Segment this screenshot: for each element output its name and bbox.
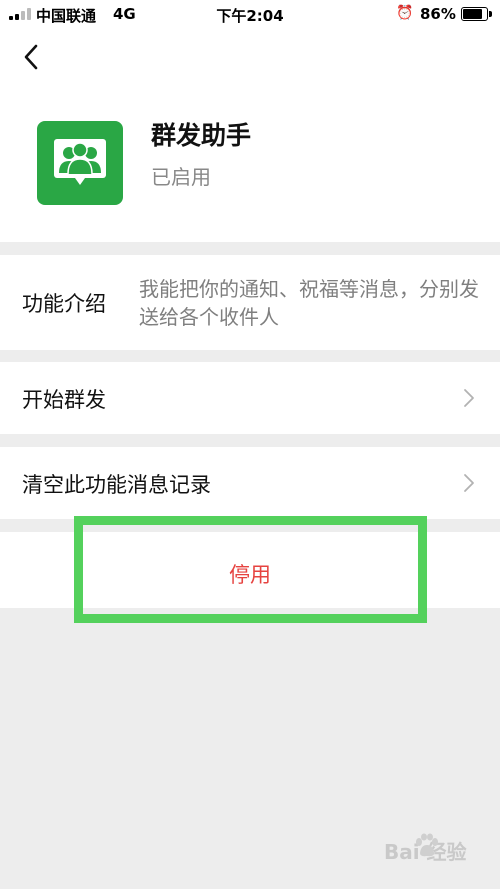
app-header: 群发助手 已启用	[0, 28, 500, 242]
chevron-right-icon	[464, 389, 474, 407]
start-broadcast-item[interactable]: 开始群发	[0, 362, 500, 434]
clear-history-label: 清空此功能消息记录	[22, 473, 211, 497]
start-broadcast-label: 开始群发	[22, 388, 106, 412]
alarm-icon: ⏰	[396, 5, 414, 21]
group-broadcast-icon	[37, 121, 123, 205]
app-status: 已启用	[151, 165, 211, 189]
disable-label: 停用	[229, 563, 271, 587]
paw-logo-icon	[416, 833, 438, 857]
disable-button[interactable]: 停用	[0, 532, 500, 608]
back-button[interactable]	[20, 42, 44, 72]
battery-icon	[461, 7, 492, 21]
feature-intro-description: 我能把你的通知、祝福等消息，分别发送给各个收件人	[139, 277, 479, 329]
feature-intro-cell: 功能介绍 我能把你的通知、祝福等消息，分别发送给各个收件人	[0, 255, 500, 350]
clear-history-item[interactable]: 清空此功能消息记录	[0, 447, 500, 519]
app-title: 群发助手	[151, 121, 252, 150]
chevron-left-icon	[24, 44, 38, 70]
battery-percent: 86%	[420, 5, 456, 23]
feature-intro-label: 功能介绍	[22, 292, 106, 316]
chevron-right-icon	[464, 474, 474, 492]
status-bar: 中国联通 4G 下午2:04 ⏰ 86%	[0, 0, 500, 28]
